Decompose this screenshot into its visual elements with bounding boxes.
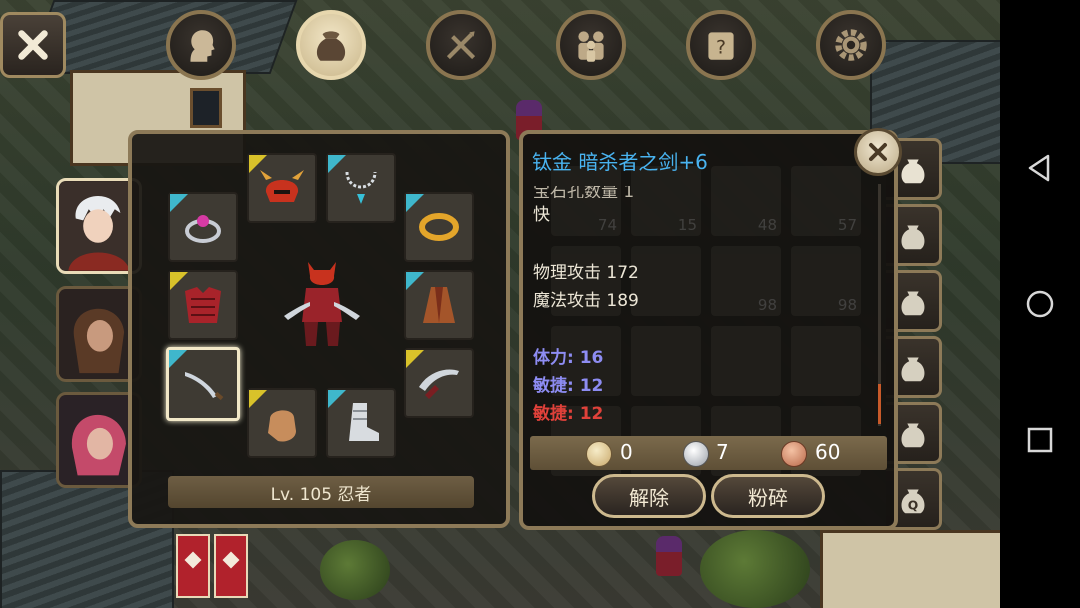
tree (700, 530, 810, 608)
detail-scrollbar[interactable] (878, 184, 881, 426)
boots-slot[interactable] (326, 388, 396, 458)
character-figure (284, 262, 360, 346)
physical-attack-stat: 物理攻击 172 (533, 263, 639, 283)
bush (320, 540, 390, 600)
red-banner (176, 534, 210, 598)
people-icon (578, 31, 604, 62)
house-roof (26, 0, 298, 74)
copper-coin-icon (781, 441, 807, 467)
rarity-corner (169, 350, 187, 368)
svg-text:Q: Q (907, 498, 918, 512)
close-icon (869, 143, 887, 161)
currency-bar: 0 7 60 (530, 436, 887, 470)
cloak-slot[interactable] (404, 270, 474, 340)
recent-apps-icon[interactable] (1024, 424, 1056, 456)
stamina-bonus: 体力: 16 (533, 348, 604, 368)
weapon-main-slot[interactable] (166, 347, 240, 421)
silver-amount: 7 (716, 440, 729, 464)
tab-party[interactable] (556, 10, 626, 80)
pink-haired-mage-portrait (59, 395, 139, 485)
ring-left-slot[interactable] (168, 192, 238, 262)
svg-text:?: ? (716, 36, 726, 58)
crossed-swords-icon (446, 31, 476, 60)
rarity-corner (249, 155, 267, 173)
tab-settings[interactable] (816, 10, 886, 80)
bag-icon (901, 225, 924, 250)
white-haired-hero-portrait (59, 181, 139, 271)
helmet-slot[interactable] (247, 153, 317, 223)
rarity-corner (406, 350, 424, 368)
red-banner (214, 534, 248, 598)
agility-bonus-red: 敏捷: 12 (533, 404, 604, 424)
unequip-button[interactable]: 解除 (592, 474, 706, 518)
agility-bonus: 敏捷: 12 (533, 376, 604, 396)
gold-coin-icon (586, 441, 612, 467)
tab-inventory[interactable] (296, 10, 366, 80)
npc-character[interactable] (656, 536, 682, 576)
weapon-off-slot[interactable] (404, 348, 474, 418)
rarity-corner (170, 194, 188, 212)
necklace-slot[interactable] (326, 153, 396, 223)
rarity-corner (170, 272, 188, 290)
smash-button[interactable]: 粉碎 (711, 474, 825, 518)
item-name-title: 钛金 暗杀者之剑+6 (532, 150, 708, 174)
gold-amount: 0 (620, 440, 633, 464)
head-silhouette-icon (190, 30, 215, 62)
copper-amount: 60 (815, 440, 841, 464)
bag-icon (901, 357, 924, 382)
system-navigation-bar (1000, 0, 1080, 608)
item-speed: 快 (533, 205, 550, 225)
brown-haired-rogue-portrait (59, 289, 139, 379)
close-menu-button[interactable] (0, 12, 66, 78)
character-level-label: Lv. 105 忍者 (168, 476, 474, 508)
scrolled-stat-line: 宝石孔数量 1 (533, 186, 635, 198)
back-icon[interactable] (1024, 152, 1056, 184)
ring-right-slot[interactable] (404, 192, 474, 262)
house-wall (820, 530, 1000, 608)
tab-character[interactable] (166, 10, 236, 80)
magic-attack-stat: 魔法攻击 189 (533, 291, 639, 311)
scroll-question-icon: ? (708, 32, 734, 60)
rarity-corner (328, 155, 346, 173)
bag-icon (316, 31, 346, 61)
rarity-corner (249, 390, 267, 408)
bag-icon (901, 423, 924, 448)
rarity-corner (406, 194, 424, 212)
tab-quest[interactable]: ? (686, 10, 756, 80)
house-window (190, 88, 222, 128)
quest-bag-icon: Q (901, 489, 924, 514)
tab-skills[interactable] (426, 10, 496, 80)
rarity-corner (406, 272, 424, 290)
silver-coin-icon (683, 441, 709, 467)
bag-icon (901, 291, 924, 316)
armor-slot[interactable] (168, 270, 238, 340)
gloves-slot[interactable] (247, 388, 317, 458)
home-icon[interactable] (1024, 288, 1056, 320)
close-icon (18, 30, 48, 60)
scrollbar-thumb[interactable] (878, 384, 881, 424)
gear-icon (835, 29, 867, 61)
rarity-corner (328, 390, 346, 408)
close-detail-button[interactable] (854, 128, 902, 176)
